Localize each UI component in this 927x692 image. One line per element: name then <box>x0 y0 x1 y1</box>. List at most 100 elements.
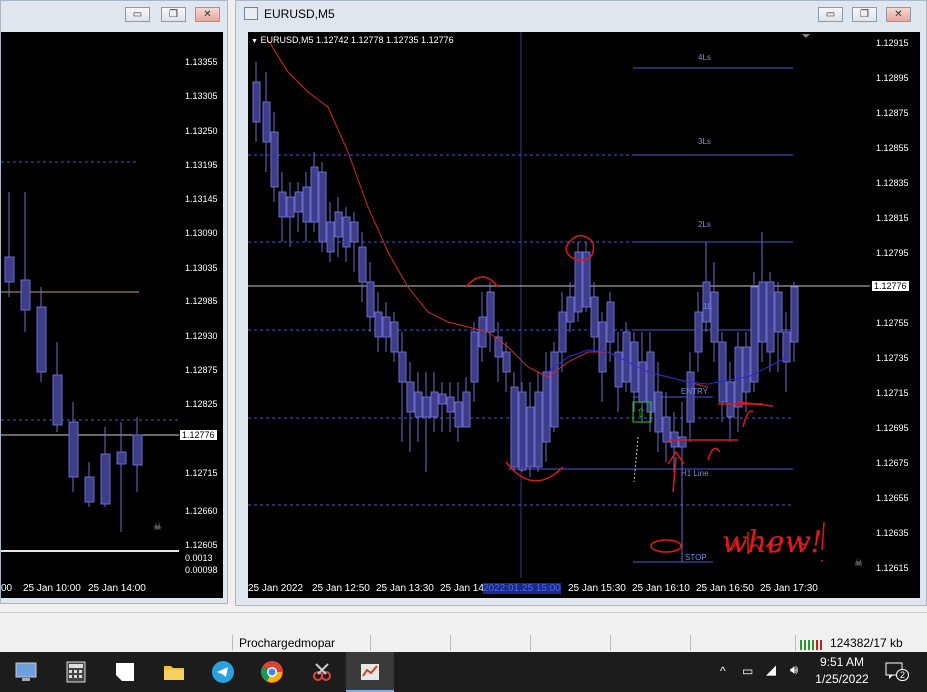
price-label: 1.13305 <box>185 91 218 101</box>
price-label: 1.12735 <box>876 353 909 363</box>
calculator-icon[interactable] <box>64 660 88 684</box>
chart-header: ▼ EURUSD,M5 1.12742 1.12778 1.12735 1.12… <box>251 35 454 45</box>
right-chart-window[interactable]: EURUSD,M5 ▭ ❐ ✕ ⇧ ☠ ▼ EURUSD,M5 1.12742 … <box>235 0 927 606</box>
time-label: 25 Jan 12:50 <box>312 583 370 594</box>
metatrader-taskbar-item[interactable] <box>346 652 394 692</box>
show-hidden-icons-chevron-icon[interactable]: ^ <box>720 664 726 678</box>
price-label: 1.13195 <box>185 160 218 170</box>
level-label-entry: ENTRY <box>681 387 708 396</box>
level-label-2ls: 2Ls <box>698 220 711 229</box>
minimize-button[interactable]: ▭ <box>125 7 150 22</box>
level-label-stop: STOP <box>685 553 707 562</box>
time-label: 25 Jan 10:00 <box>23 583 81 594</box>
price-label: 1.12825 <box>185 399 218 409</box>
connection-bars-icon <box>800 637 826 650</box>
wifi-icon[interactable]: ◢ <box>766 662 776 678</box>
maximize-button[interactable]: ❐ <box>161 7 186 22</box>
time-label: 25 Jan 15:30 <box>568 583 626 594</box>
time-label: 25 Jan 13:30 <box>376 583 434 594</box>
dropdown-triangle-icon[interactable]: ▼ <box>251 38 258 45</box>
price-label: 1.12655 <box>876 493 909 503</box>
price-label: 1.13035 <box>185 263 218 273</box>
svg-text:⇧: ⇧ <box>636 406 646 420</box>
right-chart-area[interactable]: ⇧ ☠ ▼ EURUSD,M5 1.12742 1.12778 1.12735 … <box>248 32 870 578</box>
price-label: 1.12755 <box>876 318 909 328</box>
price-chart: ⇧ ☠ <box>248 32 870 578</box>
level-label-3ls: 3Ls <box>698 137 711 146</box>
current-price-label: 1.12776 <box>872 281 909 291</box>
price-label: 1.12615 <box>876 563 909 573</box>
chart-window-icon <box>244 7 258 20</box>
price-label: 1.13090 <box>185 228 218 238</box>
price-label: 1.12715 <box>876 388 909 398</box>
price-label: 1.12815 <box>876 213 909 223</box>
maximize-button[interactable]: ❐ <box>852 7 877 22</box>
notification-count: 2 <box>896 669 910 681</box>
price-label: 1.12660 <box>185 506 218 516</box>
price-label: 1.12605 <box>185 540 218 550</box>
level-label-4ls: 4Ls <box>698 53 711 62</box>
time-label: 25 Jan 17:30 <box>760 583 818 594</box>
price-label: 1.12795 <box>876 248 909 258</box>
time-label: 25 Jan 14: <box>440 583 487 594</box>
price-label: 1.12875 <box>185 365 218 375</box>
telegram-icon[interactable] <box>211 660 235 684</box>
level-label-h1: H1 Line <box>681 469 709 478</box>
left-chart-window[interactable]: ▭ ❐ ✕ ☠ 1.13355 1.13305 1.13250 1.13195 … <box>0 0 228 604</box>
price-label: 1.12855 <box>876 143 909 153</box>
price-label: 1.13355 <box>185 57 218 67</box>
indicator-value: 0.0013 <box>185 553 213 563</box>
price-label: 1.12875 <box>876 108 909 118</box>
clock[interactable]: 9:51 AM 1/25/2022 <box>812 655 872 686</box>
price-label: 1.13145 <box>185 194 218 204</box>
minimize-button[interactable]: ▭ <box>818 7 843 22</box>
price-label: 1.12835 <box>876 178 909 188</box>
current-price-label: 1.12776 <box>180 430 217 440</box>
left-indicator-area <box>1 552 179 578</box>
price-label: 1.12985 <box>185 296 218 306</box>
price-label: 1.12675 <box>876 458 909 468</box>
svg-text:☠: ☠ <box>153 522 162 533</box>
right-time-scale: 25 Jan 2022 25 Jan 12:50 25 Jan 13:30 25… <box>248 578 920 598</box>
whew-annotation-text: whew! <box>722 525 823 560</box>
left-candles: ☠ <box>1 161 179 533</box>
indicator-value: 0.00098 <box>185 565 218 575</box>
status-bar: Prochargedmopar 124382/17 kb <box>0 612 927 653</box>
time-label: 25 Jan 16:10 <box>632 583 690 594</box>
right-window-titlebar[interactable]: EURUSD,M5 ▭ ❐ ✕ <box>236 1 926 27</box>
price-label: 1.13250 <box>185 126 218 136</box>
crosshair-time-label: 2022.01.25 15:00 <box>483 583 561 594</box>
computer-icon[interactable] <box>14 660 38 684</box>
time-label: 00 <box>1 583 13 594</box>
time-label: 25 Jan 14:00 <box>88 583 146 594</box>
left-time-scale: 00 25 Jan 10:00 25 Jan 14:00 <box>1 578 223 598</box>
left-chart-area[interactable]: ☠ <box>1 32 179 550</box>
chrome-icon[interactable] <box>260 660 284 684</box>
status-profile: Prochargedmopar <box>239 636 336 650</box>
price-label: 1.12715 <box>185 468 218 478</box>
file-explorer-icon[interactable] <box>162 660 186 684</box>
clock-date: 1/25/2022 <box>815 672 869 686</box>
traffic-info: 124382/17 kb <box>830 636 903 650</box>
chart-symbol-info: EURUSD,M5 1.12742 1.12778 1.12735 1.1277… <box>260 35 454 45</box>
close-button[interactable]: ✕ <box>195 7 220 22</box>
battery-icon[interactable]: ▭ <box>742 664 753 678</box>
price-label: 1.12915 <box>876 38 909 48</box>
sticky-notes-icon[interactable] <box>113 660 137 684</box>
left-window-titlebar[interactable]: ▭ ❐ ✕ <box>1 1 227 27</box>
svg-text:☠: ☠ <box>854 558 863 569</box>
level-label-1l: 1L <box>703 302 712 311</box>
action-center-icon[interactable]: 2 <box>884 661 910 681</box>
right-price-scale: 1.12915 1.12895 1.12875 1.12855 1.12835 … <box>870 32 920 578</box>
price-label: 1.12930 <box>185 331 218 341</box>
metatrader-icon <box>361 664 379 680</box>
window-title: EURUSD,M5 <box>264 7 335 21</box>
price-label: 1.12635 <box>876 528 909 538</box>
close-button[interactable]: ✕ <box>886 7 911 22</box>
volume-icon[interactable]: 🔊︎ <box>790 662 798 678</box>
price-label: 1.12895 <box>876 73 909 83</box>
time-label: 25 Jan 2022 <box>248 583 304 594</box>
price-label: 1.12695 <box>876 423 909 433</box>
snipping-tool-icon[interactable] <box>310 660 334 684</box>
clock-time: 9:51 AM <box>819 655 865 669</box>
